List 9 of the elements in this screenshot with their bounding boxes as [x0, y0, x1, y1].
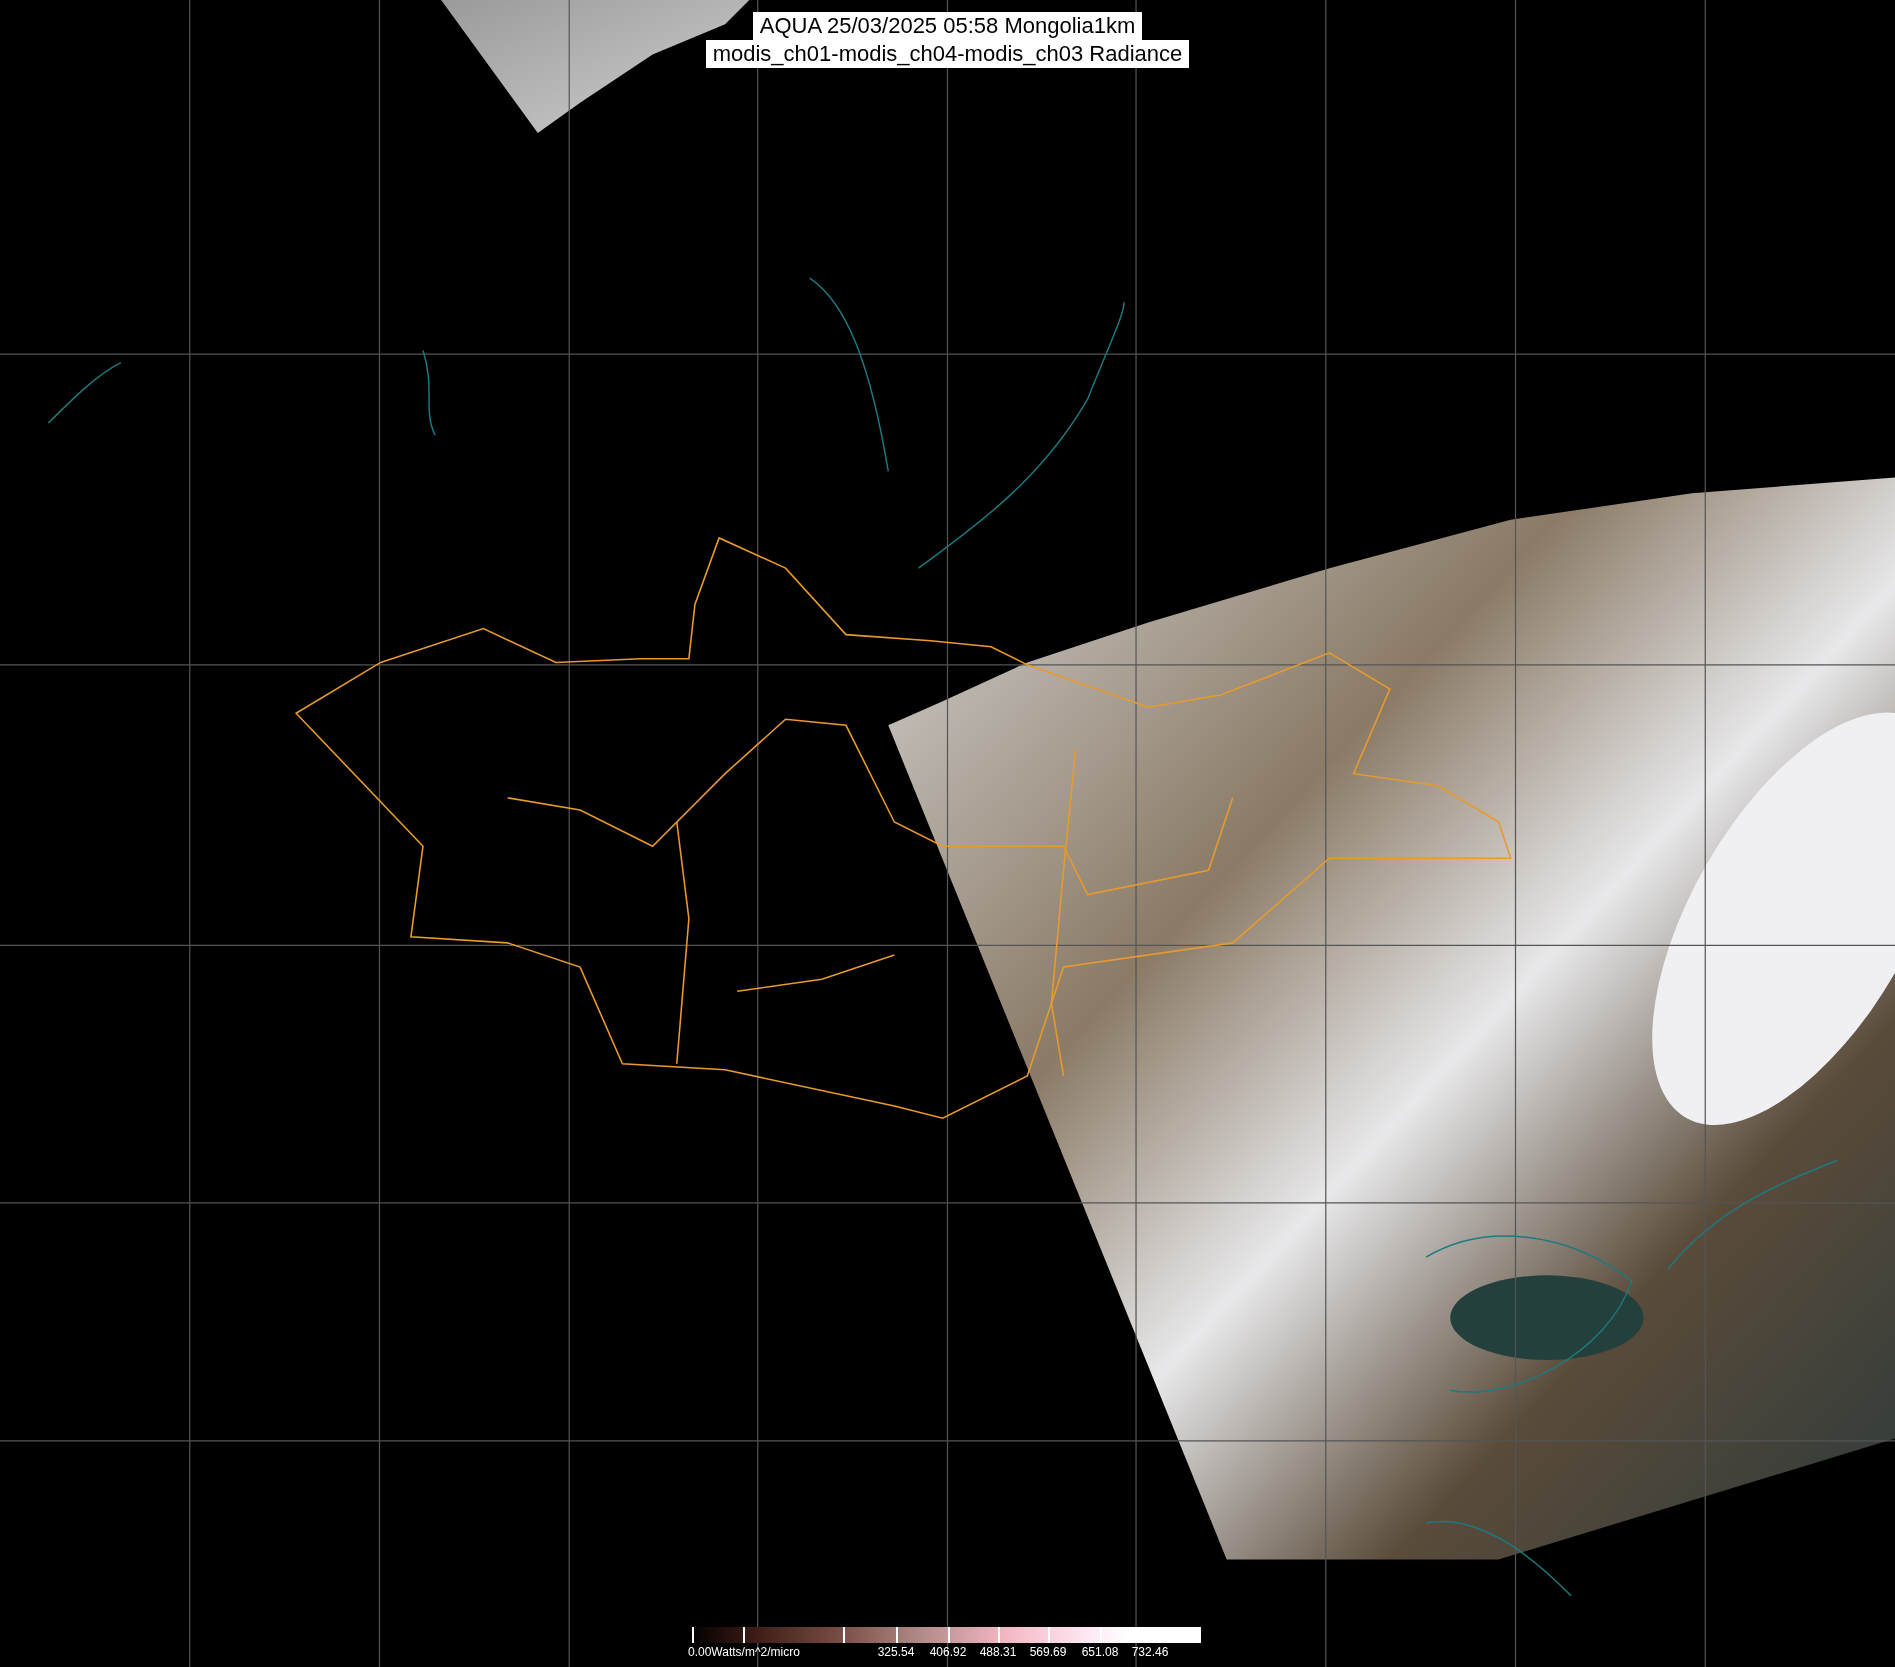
map-title: AQUA 25/03/2025 05:58 Mongolia1km: [752, 12, 1143, 40]
scale-label: 732.46: [1131, 1645, 1169, 1659]
scale-label: 569.69: [1029, 1645, 1067, 1659]
scale-label: 325.54: [877, 1645, 915, 1659]
scale-label: 651.08: [1081, 1645, 1119, 1659]
scale-label: 488.31: [979, 1645, 1017, 1659]
map-title: modis_ch01-modis_ch04-modis_ch03 Radiance: [705, 40, 1190, 68]
scale-label: 406.92: [929, 1645, 967, 1659]
scale-label: 0.00Watts/m^2/micro: [688, 1645, 800, 1659]
